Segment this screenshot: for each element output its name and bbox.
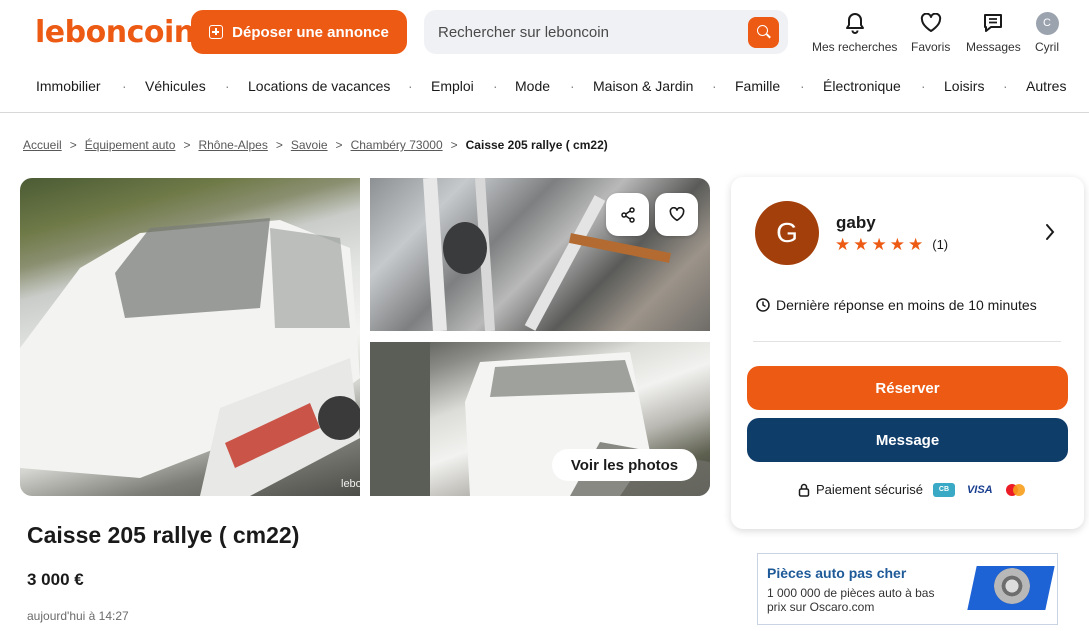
seller-rating[interactable]: ★ ★ ★ ★ ★ (1) [835,236,948,253]
favorite-button[interactable] [655,193,698,236]
breadcrumb-separator: > [69,138,77,152]
heart-icon [920,10,942,36]
visa-card-icon: VISA [966,483,993,496]
lock-icon [798,483,810,497]
plus-square-icon [209,25,224,39]
category-immobilier[interactable]: Immobilier [36,78,101,94]
seller-avatar[interactable]: G [755,201,819,265]
secure-payment: Paiement sécurisé CB VISA [798,482,1027,497]
separator-dot: · [800,78,805,94]
category-vehicules[interactable]: Véhicules [145,78,206,94]
car-illustration [20,218,360,496]
reserve-button[interactable]: Réserver [747,366,1068,410]
star-icon: ★ [871,235,887,254]
leboncoin-logo[interactable]: leboncoin [35,15,195,50]
favorites-link[interactable]: Favoris [911,10,950,54]
breadcrumb-equipement-auto[interactable]: Équipement auto [85,138,176,152]
mastercard-right-circle [1012,483,1025,496]
messages-link[interactable]: Messages [966,10,1021,54]
chevron-right-icon[interactable] [1044,222,1056,242]
category-autres[interactable]: Autres [1026,78,1066,94]
saved-searches-label: Mes recherches [812,40,898,54]
star-icon: ★ [908,235,924,254]
ad-date: aujourd'hui à 14:27 [27,609,129,623]
mastercard-icon [1005,483,1027,497]
separator-dot: · [493,78,498,94]
breadcrumb-separator: > [335,138,343,152]
category-loisirs[interactable]: Loisirs [944,78,984,94]
category-electronique[interactable]: Électronique [823,78,901,94]
account-label: Cyril [1035,40,1059,54]
ad-banner[interactable]: Pièces auto pas cher 1 000 000 de pièces… [757,553,1058,625]
photo-watermark: lebo [341,478,360,490]
separator-dot: · [921,78,926,94]
response-time-text: Dernière réponse en moins de 10 minutes [776,297,1037,313]
deposit-ad-button[interactable]: Déposer une annonce [191,10,407,54]
account-avatar: C [1035,11,1059,35]
breadcrumb-separator: > [275,138,283,152]
breadcrumb-separator: > [450,138,458,152]
cb-card-icon: CB [932,482,955,497]
category-maison-jardin[interactable]: Maison & Jardin [593,78,693,94]
seller-name[interactable]: gaby [836,213,876,233]
separator-dot: · [225,78,230,94]
bell-icon [845,10,865,36]
ad-price: 3 000 € [27,570,84,589]
deposit-ad-label: Déposer une annonce [232,23,389,41]
ad-title: Caisse 205 rallye ( cm22) [27,522,300,548]
separator-dot: · [408,78,413,94]
star-icon: ★ [853,235,869,254]
clutch-disc-icon [994,568,1030,604]
secure-payment-label: Paiement sécurisé [816,482,923,497]
separator-dot: · [122,78,127,94]
separator-dot: · [570,78,575,94]
seller-card: G gaby ★ ★ ★ ★ ★ (1) Dernière réponse en… [731,177,1084,529]
category-famille[interactable]: Famille [735,78,780,94]
breadcrumb: Accueil > Équipement auto > Rhône-Alpes … [23,138,608,152]
see-photos-button[interactable]: Voir les photos [552,449,697,481]
clock-icon [756,298,770,312]
rating-count: (1) [932,237,949,252]
search-button[interactable] [748,17,779,48]
category-mode[interactable]: Mode [515,78,550,94]
search-bar [424,10,788,54]
category-emploi[interactable]: Emploi [431,78,474,94]
avatar-icon: C [1035,10,1059,36]
breadcrumb-savoie[interactable]: Savoie [291,138,328,152]
saved-searches-link[interactable]: Mes recherches [812,10,897,54]
heart-icon [669,207,684,222]
ad-banner-title: Pièces auto pas cher [767,565,907,581]
favorites-label: Favoris [911,40,951,54]
category-nav: Immobilier · Véhicules · Locations de va… [0,72,1089,100]
divider [753,341,1061,342]
breadcrumb-current: Caisse 205 rallye ( cm22) [465,138,608,152]
ad-banner-text: 1 000 000 de pièces auto à bas prix sur … [767,586,935,614]
share-button[interactable] [606,193,649,236]
site-header: leboncoin Déposer une annonce Mes recher… [0,0,1089,113]
breadcrumb-rhone-alpes[interactable]: Rhône-Alpes [198,138,267,152]
separator-dot: · [712,78,717,94]
message-button[interactable]: Message [747,418,1068,462]
response-time: Dernière réponse en moins de 10 minutes [756,297,1037,313]
messages-label: Messages [966,40,1021,54]
message-icon [982,10,1004,36]
category-locations-vacances[interactable]: Locations de vacances [248,78,390,94]
breadcrumb-chambery[interactable]: Chambéry 73000 [351,138,443,152]
account-link[interactable]: C Cyril [1035,10,1059,54]
share-icon [620,206,635,223]
breadcrumb-separator: > [183,138,191,152]
search-icon [757,25,768,36]
star-icon: ★ [835,235,851,254]
search-input[interactable] [438,10,738,54]
main-photo[interactable]: lebo [20,178,360,496]
breadcrumb-accueil[interactable]: Accueil [23,138,62,152]
star-icon: ★ [889,235,905,254]
separator-dot: · [1003,78,1008,94]
